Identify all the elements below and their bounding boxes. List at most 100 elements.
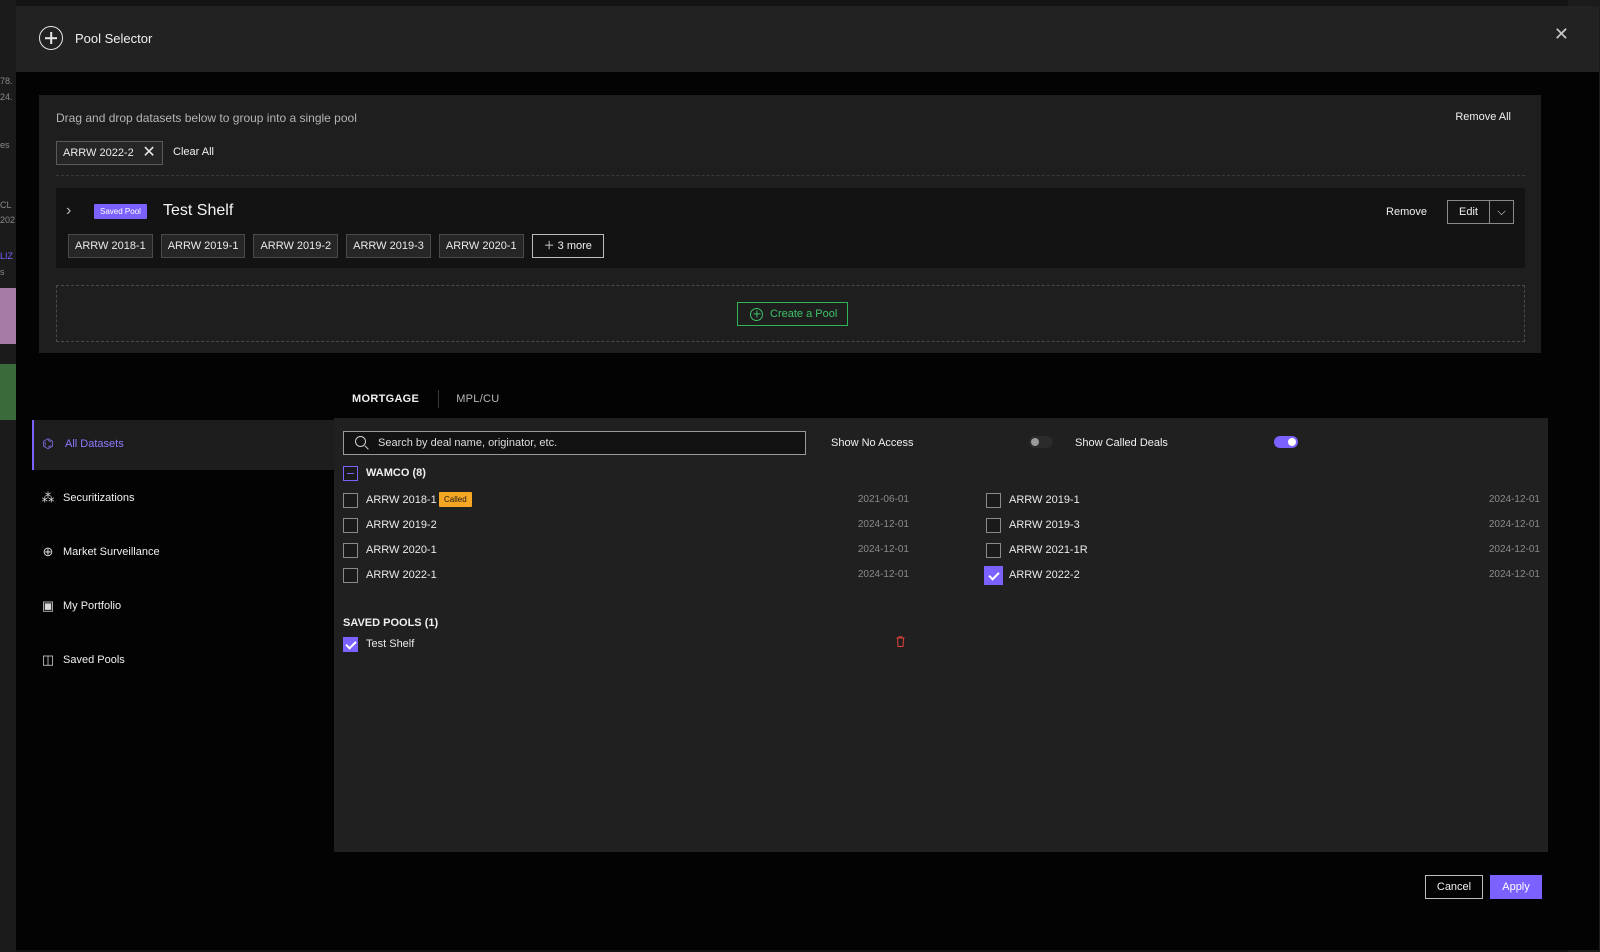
saved-pool-name: Test Shelf [366,638,415,650]
dataset-date: 2024-12-01 [1488,569,1540,580]
saved-pool-checkbox[interactable] [343,637,358,652]
dataset-row: ARRW 2022-1 2024-12-01 [343,568,909,584]
dataset-checkbox[interactable] [986,568,1001,583]
dataset-row: ARRW 2019-1 2024-12-01 [986,493,1540,509]
search-icon [355,436,366,447]
sidebar: ⌬ All Datasets ⁂ Securitizations ⊕ Marke… [32,420,334,690]
dataset-row: ARRW 2021-1R 2024-12-01 [986,543,1540,559]
modal-header: Pool Selector ✕ [16,6,1599,72]
dataset-checkbox[interactable] [343,568,358,583]
show-no-access-label: Show No Access [831,437,914,449]
dataset-name: ARRW 2022-2 [1009,569,1080,581]
saved-pool-badge: Saved Pool [94,204,147,219]
sidebar-item-label: Saved Pools [63,654,125,666]
remove-all-button[interactable]: Remove All [1455,111,1511,123]
trash-icon[interactable] [896,636,905,647]
toggle-knob [1031,438,1039,446]
dataset-date: 2024-12-01 [857,544,909,555]
dataset-date: 2024-12-01 [1488,494,1540,505]
tab-divider [438,390,440,408]
dataset-checkbox[interactable] [343,493,358,508]
background-fragment: es [0,140,10,150]
dataset-date: 2024-12-01 [857,519,909,530]
chip-label: ARRW 2022-2 [63,147,134,159]
show-no-access-toggle[interactable] [1029,436,1053,448]
add-circle-icon [750,307,763,321]
background-bar [0,364,16,420]
background-fragment: s [0,267,5,277]
add-circle-icon [39,26,63,50]
puzzle-icon: ⌬ [42,436,54,451]
saved-pool-card: › Saved Pool Test Shelf Remove Edit ⌵ AR… [56,188,1525,268]
background-app-left: 78. 24. es CL 202 LIZ s [0,0,16,952]
drop-zone[interactable]: Create a Pool [56,285,1525,342]
dataset-name: ARRW 2019-2 [366,519,437,531]
show-called-deals-label: Show Called Deals [1075,437,1168,449]
tab-mpl-cu[interactable]: MPL/CU [456,393,499,405]
dataset-name: ARRW 2019-3 [1009,519,1080,531]
modal-title: Pool Selector [75,31,153,46]
remove-chip-icon[interactable]: ✕ [142,144,155,162]
apply-button[interactable]: Apply [1490,875,1542,899]
save-icon: ◫ [41,652,55,667]
group-header: WAMCO (8) [343,465,426,481]
pool-chip: ARRW 2019-2 [253,234,339,258]
create-pool-label: Create a Pool [770,308,838,320]
sidebar-item-saved-pools[interactable]: ◫ Saved Pools [32,636,334,686]
show-called-deals-toggle[interactable] [1274,436,1298,448]
toggle-knob [1288,438,1296,446]
dataset-name: ARRW 2021-1R [1009,544,1088,556]
tab-mortgage[interactable]: MORTGAGE [352,393,419,405]
dataset-row: ARRW 2022-2 2024-12-01 [986,568,1540,584]
edit-button[interactable]: Edit [1448,201,1489,223]
briefcase-icon: ▣ [41,598,55,613]
dataset-checkbox[interactable] [986,543,1001,558]
saved-pools-header: SAVED POOLS (1) [343,617,439,629]
pool-builder: Drag and drop datasets below to group in… [39,95,1541,353]
pool-chips: ARRW 2018-1 ARRW 2019-1 ARRW 2019-2 ARRW… [68,234,604,258]
cancel-button[interactable]: Cancel [1425,875,1483,899]
pool-chip: ARRW 2019-3 [346,234,431,258]
pool-chip: ARRW 2020-1 [438,234,524,258]
dataset-tabs: MORTGAGE MPL/CU [352,390,500,408]
chevron-down-icon[interactable]: ⌵ [1489,201,1513,223]
sidebar-item-market-surveillance[interactable]: ⊕ Market Surveillance [32,528,334,578]
edit-button-group: Edit ⌵ [1447,200,1514,224]
dataset-name: ARRW 2019-1 [1009,494,1080,506]
dataset-checkbox[interactable] [986,493,1001,508]
pool-chip: ARRW 2018-1 [68,234,153,258]
dataset-checkbox[interactable] [986,518,1001,533]
background-fragment: 78. [0,76,13,86]
zoom-in-icon: ⊕ [42,544,54,559]
background-fragment: LIZ [0,251,14,261]
selected-dataset-chip: ARRW 2022-2 ✕ [56,141,163,165]
search-box [343,431,806,455]
pool-name: Test Shelf [163,202,234,219]
dataset-date: 2021-06-01 [857,494,909,505]
sidebar-item-label: Securitizations [63,492,135,504]
sidebar-item-label: Market Surveillance [63,546,160,558]
dataset-row: ARRW 2020-1 2024-12-01 [343,543,909,559]
dataset-row: ARRW 2019-2 2024-12-01 [343,518,909,534]
pool-selector-modal: Pool Selector ✕ Drag and drop datasets b… [16,6,1599,950]
group-checkbox[interactable] [343,465,358,481]
plus-icon: ＋ [543,240,558,252]
sidebar-item-securitizations[interactable]: ⁂ Securitizations [32,474,334,524]
dataset-checkbox[interactable] [343,543,358,558]
chevron-right-icon[interactable]: › [66,202,71,220]
dataset-list-panel: Show No Access Show Called Deals WAMCO (… [334,418,1548,852]
dataset-name: ARRW 2018-1 [366,494,437,506]
more-label: 3 more [557,240,592,252]
dataset-name: ARRW 2020-1 [366,544,437,556]
dataset-checkbox[interactable] [343,518,358,533]
search-input[interactable] [378,434,798,452]
create-pool-button[interactable]: Create a Pool [737,302,849,326]
close-icon[interactable]: ✕ [1554,24,1569,45]
show-more-button[interactable]: ＋ 3 more [531,234,604,258]
remove-pool-button[interactable]: Remove [1386,206,1427,218]
sidebar-item-my-portfolio[interactable]: ▣ My Portfolio [32,582,334,632]
clear-all-button[interactable]: Clear All [173,146,214,158]
dataset-row: ARRW 2019-3 2024-12-01 [986,518,1540,534]
dataset-date: 2024-12-01 [1488,544,1540,555]
sidebar-item-all-datasets[interactable]: ⌬ All Datasets [32,420,334,470]
